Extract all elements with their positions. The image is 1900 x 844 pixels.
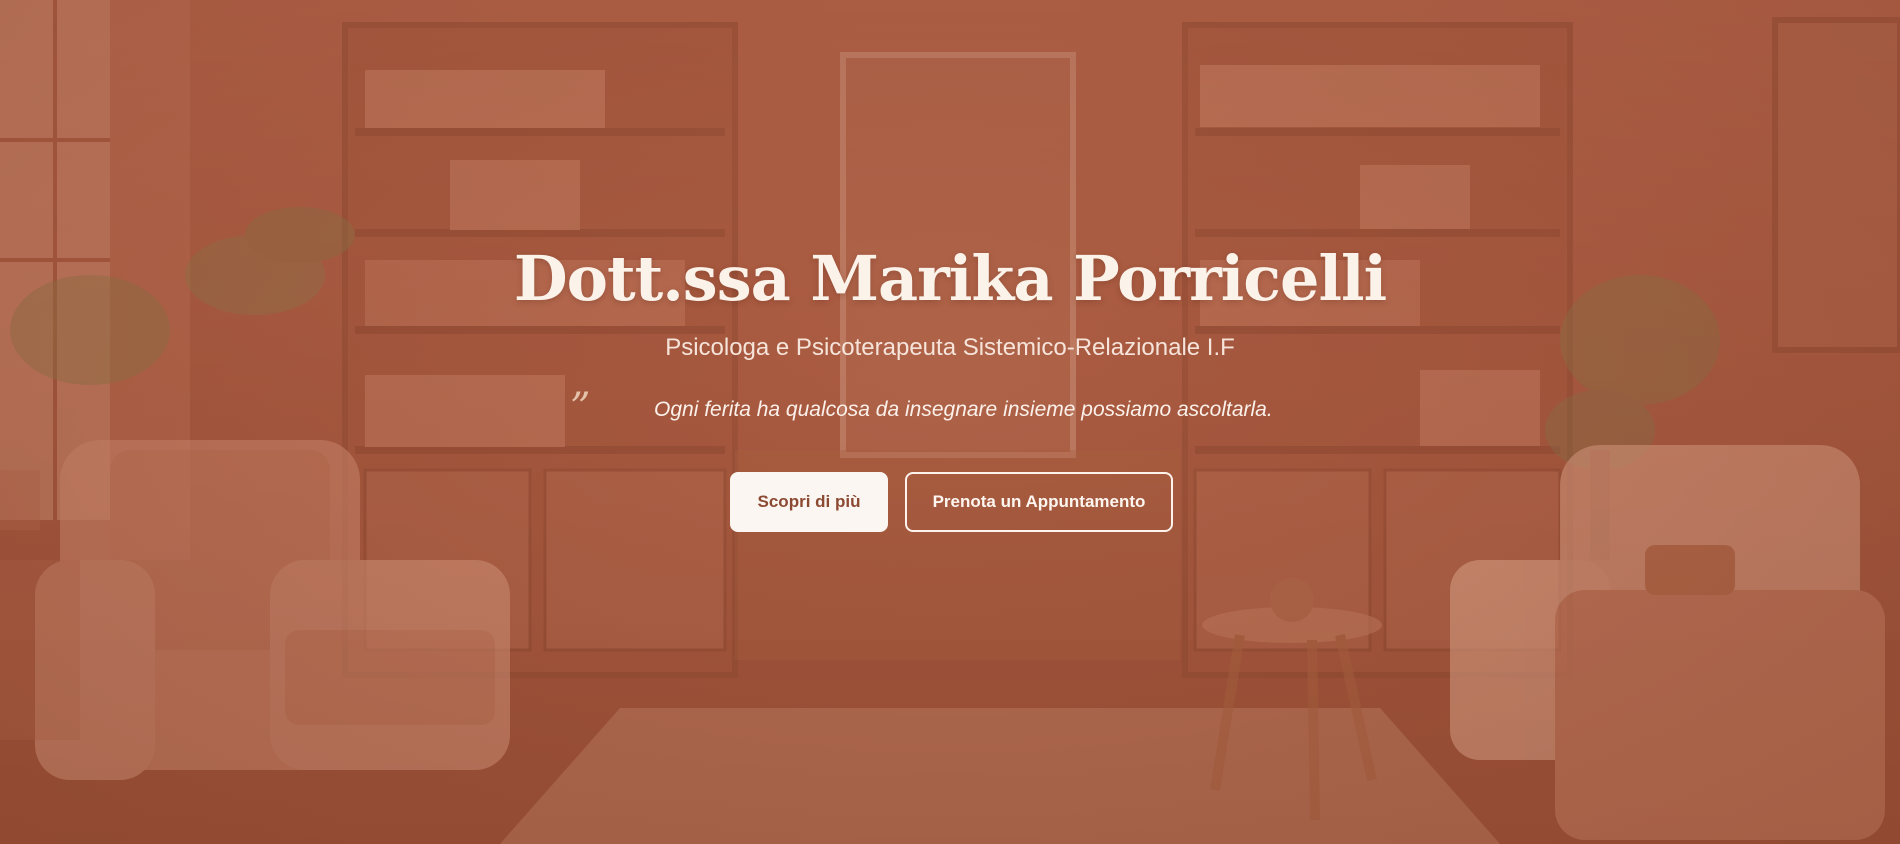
hero-section: Dott.ssa Marika Porricelli Psicologa e P… [0,0,1900,844]
hero-content: Dott.ssa Marika Porricelli Psicologa e P… [0,0,1900,844]
quote-mark-icon: ” [570,385,591,431]
page-title: Dott.ssa Marika Porricelli [513,242,1387,315]
book-appointment-button[interactable]: Prenota un Appuntamento [905,472,1173,532]
quote-block: ” Ogni ferita ha qualcosa da insegnare i… [570,386,1330,430]
quote-text: Ogni ferita ha qualcosa da insegnare ins… [654,398,1273,421]
learn-more-button[interactable]: Scopri di più [730,472,888,532]
page-subtitle: Psicologa e Psicoterapeuta Sistemico-Rel… [665,334,1235,361]
